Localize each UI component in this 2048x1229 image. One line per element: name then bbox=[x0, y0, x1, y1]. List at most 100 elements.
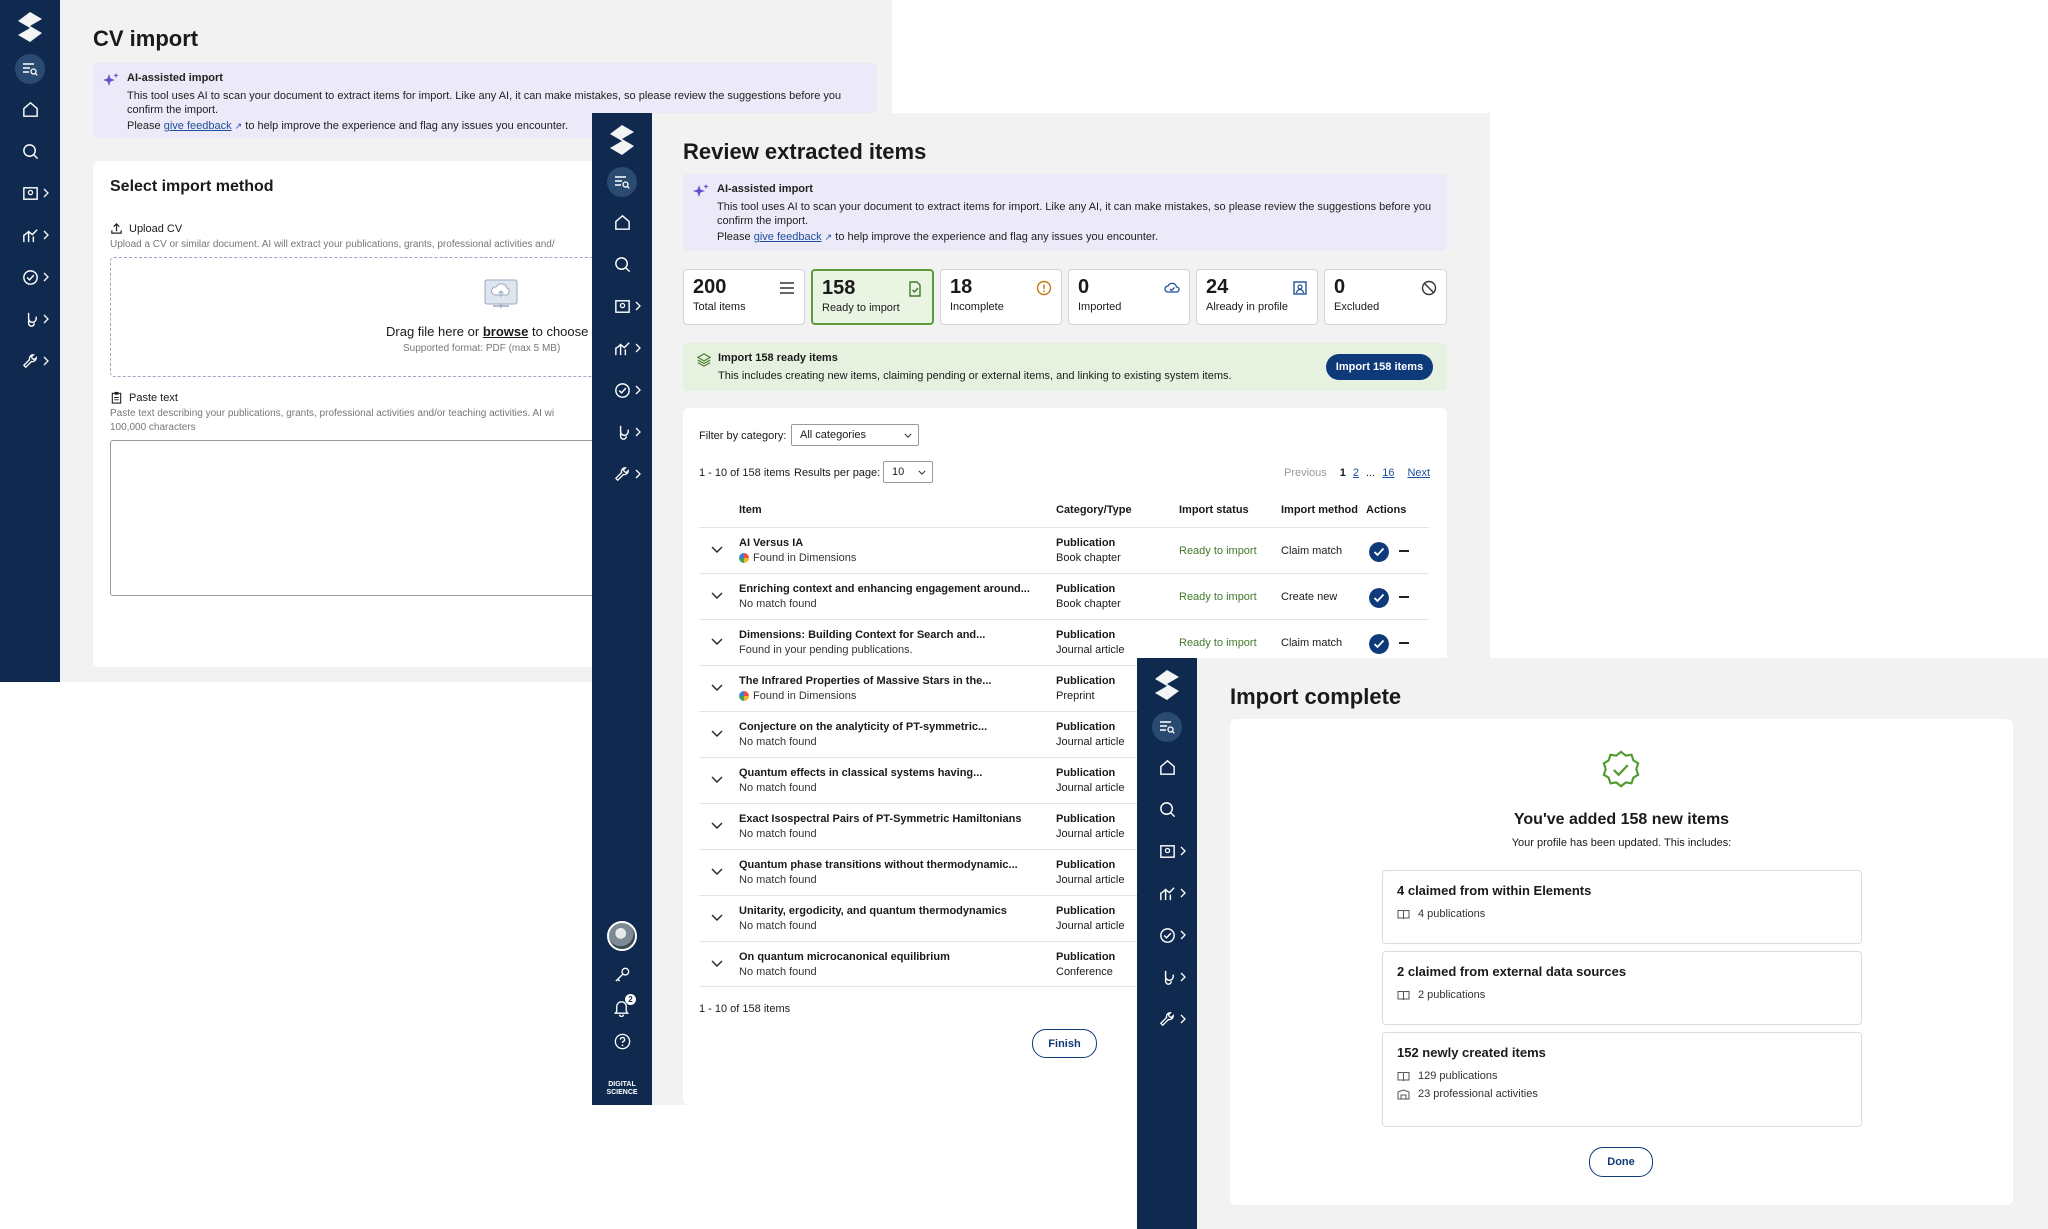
result-title: 2 claimed from external data sources bbox=[1397, 964, 1627, 979]
table-row[interactable]: AI Versus IA Found in Dimensions Publica… bbox=[699, 527, 1429, 573]
expand-chevron-icon[interactable] bbox=[711, 638, 723, 646]
stat-ready[interactable]: 158 Ready to import bbox=[811, 269, 934, 325]
profile-icon bbox=[1159, 844, 1175, 858]
exclude-button[interactable] bbox=[1399, 550, 1409, 552]
item-title: Dimensions: Building Context for Search … bbox=[739, 629, 986, 641]
sidebar bbox=[0, 0, 60, 682]
expand-chevron-icon[interactable] bbox=[711, 822, 723, 830]
nav-profile[interactable] bbox=[1137, 830, 1197, 872]
avatar[interactable] bbox=[607, 921, 637, 951]
col-item[interactable]: Item bbox=[739, 504, 762, 516]
notifications[interactable]: 2 bbox=[612, 994, 636, 1018]
nav-tools[interactable] bbox=[0, 340, 60, 382]
nav-integrations[interactable] bbox=[0, 298, 60, 340]
nav-integrations[interactable] bbox=[592, 411, 652, 453]
category-filter-select[interactable]: All categories bbox=[791, 424, 919, 446]
include-check-icon[interactable] bbox=[1369, 542, 1389, 562]
stat-label: Excluded bbox=[1334, 301, 1380, 313]
import-method: Create new bbox=[1281, 591, 1338, 603]
expand-chevron-icon[interactable] bbox=[711, 592, 723, 600]
result-title: 152 newly created items bbox=[1397, 1045, 1546, 1060]
home-icon bbox=[22, 101, 38, 117]
per-page-select[interactable]: 10 bbox=[883, 461, 933, 483]
nav-reports[interactable] bbox=[0, 214, 60, 256]
upload-cv-option[interactable]: Upload CV bbox=[110, 222, 182, 235]
item-type: Book chapter bbox=[1056, 552, 1121, 564]
menu-search-toggle[interactable] bbox=[15, 54, 45, 84]
give-feedback-link[interactable]: give feedback bbox=[754, 231, 822, 243]
help-icon[interactable] bbox=[613, 1032, 632, 1051]
expand-chevron-icon[interactable] bbox=[711, 776, 723, 784]
expand-chevron-icon[interactable] bbox=[711, 546, 723, 554]
import-items-button[interactable]: Import 158 items bbox=[1326, 354, 1433, 380]
expand-chevron-icon[interactable] bbox=[711, 960, 723, 968]
brand-line-2: SCIENCE bbox=[606, 1089, 638, 1096]
item-title: Conjecture on the analyticity of PT-symm… bbox=[739, 721, 988, 733]
finish-button[interactable]: Finish bbox=[1032, 1029, 1097, 1058]
nav-integrations[interactable] bbox=[1137, 956, 1197, 998]
result-claimed-external: 2 claimed from external data sources 2 p… bbox=[1382, 951, 1862, 1025]
upload-cloud-icon bbox=[484, 279, 518, 308]
page-16[interactable]: 16 bbox=[1382, 467, 1394, 479]
nav-search[interactable] bbox=[1137, 788, 1197, 830]
table-header: Item Category/Type Import status Import … bbox=[699, 504, 1429, 524]
exclude-button[interactable] bbox=[1399, 596, 1409, 598]
wrench-icon bbox=[614, 466, 629, 481]
stat-already-in-profile[interactable]: 24 Already in profile bbox=[1196, 269, 1318, 325]
nav-search[interactable] bbox=[592, 243, 652, 285]
nav-tasks[interactable] bbox=[0, 256, 60, 298]
browse-link[interactable]: browse bbox=[483, 324, 529, 339]
profile-icon bbox=[614, 299, 630, 313]
menu-search-toggle[interactable] bbox=[1152, 712, 1182, 742]
nav-home[interactable] bbox=[592, 201, 652, 243]
col-category[interactable]: Category/Type bbox=[1056, 504, 1132, 516]
nav-profile[interactable] bbox=[0, 172, 60, 214]
col-method[interactable]: Import method bbox=[1281, 504, 1358, 516]
menu-search-toggle[interactable] bbox=[607, 167, 637, 197]
import-status: Ready to import bbox=[1179, 637, 1257, 649]
import-status: Ready to import bbox=[1179, 545, 1257, 557]
nav-tools[interactable] bbox=[1137, 998, 1197, 1040]
stat-incomplete[interactable]: 18 Incomplete bbox=[940, 269, 1062, 325]
page-title: Import complete bbox=[1230, 684, 1402, 709]
nav-reports[interactable] bbox=[1137, 872, 1197, 914]
paste-text-label: Paste text bbox=[129, 391, 178, 404]
include-check-icon[interactable] bbox=[1369, 588, 1389, 608]
nav-tools[interactable] bbox=[592, 453, 652, 495]
table-row[interactable]: Enriching context and enhancing engageme… bbox=[699, 573, 1429, 619]
paste-text-option[interactable]: Paste text bbox=[110, 391, 178, 404]
building-icon bbox=[1397, 1088, 1410, 1099]
key-icon[interactable] bbox=[613, 965, 632, 984]
result-line: 23 professional activities bbox=[1397, 1088, 1847, 1100]
exclude-button[interactable] bbox=[1399, 642, 1409, 644]
stat-total[interactable]: 200 Total items bbox=[683, 269, 805, 325]
result-line-text: 4 publications bbox=[1418, 908, 1486, 920]
result-line-text: 23 professional activities bbox=[1418, 1088, 1538, 1100]
expand-chevron-icon[interactable] bbox=[711, 868, 723, 876]
prev-page[interactable]: Previous bbox=[1284, 467, 1327, 479]
verified-badge-icon bbox=[1602, 750, 1640, 788]
item-title: Enriching context and enhancing engageme… bbox=[739, 583, 1030, 595]
expand-chevron-icon[interactable] bbox=[711, 730, 723, 738]
next-page[interactable]: Next bbox=[1407, 467, 1430, 479]
col-status[interactable]: Import status bbox=[1179, 504, 1249, 516]
nav-home[interactable] bbox=[0, 88, 60, 130]
nav-profile[interactable] bbox=[592, 285, 652, 327]
page-2[interactable]: 2 bbox=[1353, 467, 1359, 479]
nav-home[interactable] bbox=[1137, 746, 1197, 788]
nav-reports[interactable] bbox=[592, 327, 652, 369]
stat-excluded[interactable]: 0 Excluded bbox=[1324, 269, 1447, 325]
give-feedback-link[interactable]: give feedback bbox=[164, 120, 232, 132]
stat-imported[interactable]: 0 Imported bbox=[1068, 269, 1190, 325]
nav-tasks[interactable] bbox=[592, 369, 652, 411]
item-type: Journal article bbox=[1056, 782, 1125, 794]
expand-chevron-icon[interactable] bbox=[711, 914, 723, 922]
expand-chevron-icon[interactable] bbox=[711, 684, 723, 692]
nav-tasks[interactable] bbox=[1137, 914, 1197, 956]
item-category: Publication bbox=[1056, 859, 1116, 871]
nav-search[interactable] bbox=[0, 130, 60, 172]
done-button[interactable]: Done bbox=[1589, 1147, 1653, 1177]
include-check-icon[interactable] bbox=[1369, 634, 1389, 654]
page-1[interactable]: 1 bbox=[1340, 467, 1346, 479]
menu-search-icon bbox=[23, 63, 38, 76]
